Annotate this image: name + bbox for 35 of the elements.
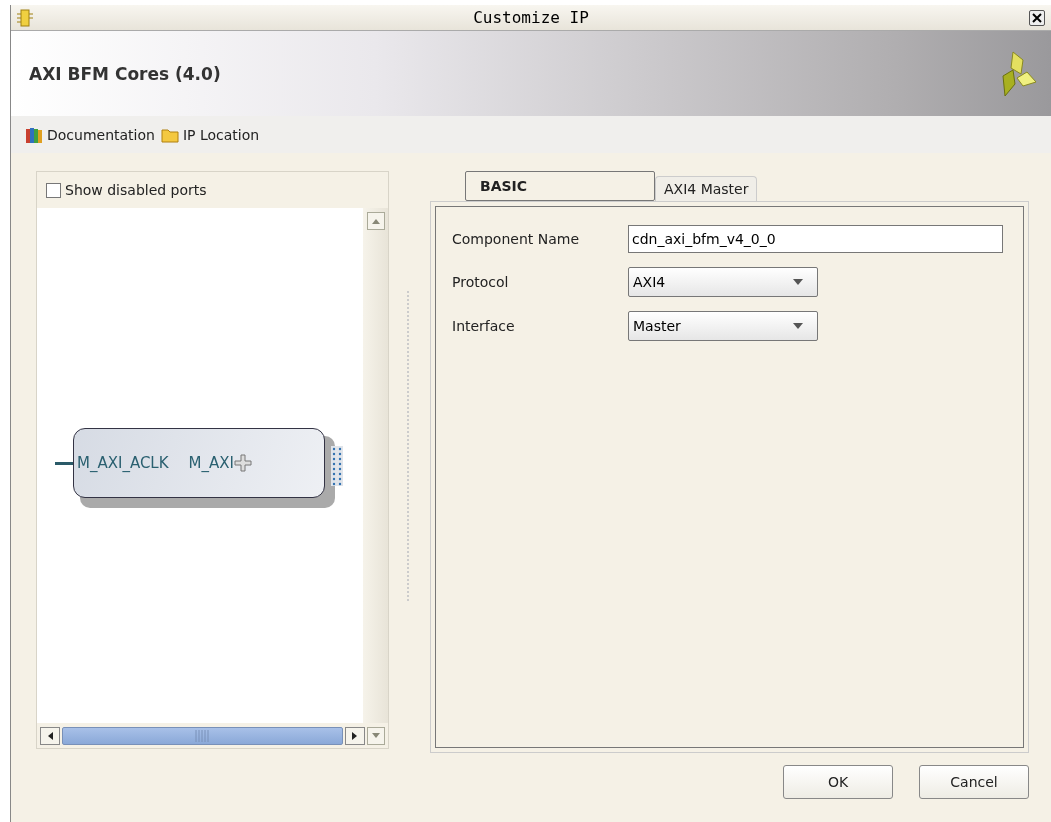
ip-block[interactable]: M_AXI_ACLK M_AXI (73, 428, 325, 498)
caret-icon (793, 279, 803, 285)
close-button[interactable] (1029, 9, 1045, 26)
ok-button[interactable]: OK (783, 765, 893, 799)
window-title: Customize IP (472, 8, 590, 27)
logo-icon (1001, 49, 1037, 98)
toolbar-link[interactable]: Documentation (25, 125, 155, 144)
dropdown[interactable]: AXI4 (628, 267, 818, 297)
scroll-right-button[interactable] (345, 726, 365, 745)
caret-icon (793, 323, 803, 329)
chip-icon (17, 8, 33, 27)
folder-icon (160, 126, 179, 143)
books-icon (25, 125, 43, 144)
left-arrow-icon (47, 730, 53, 741)
dropdown[interactable]: Master (628, 311, 818, 341)
port-label: M_AXI (188, 454, 234, 472)
ip-title: AXI BFM Cores (4.0) (29, 63, 221, 84)
up-arrow-icon (370, 218, 381, 224)
scroll-up-button[interactable] (366, 212, 385, 230)
scrollbar-thumb[interactable] (62, 726, 343, 745)
port-label: M_AXI_ACLK (77, 454, 169, 472)
bus-port-icon (331, 446, 343, 486)
right-arrow-icon (352, 730, 358, 741)
scroll-left-button[interactable] (40, 726, 60, 745)
cancel-button[interactable]: Cancel (919, 765, 1029, 799)
field-label: Component Name (452, 231, 581, 247)
vertical-scrollbar[interactable] (363, 208, 388, 723)
field-label: Protocol (452, 274, 510, 290)
tab[interactable]: BASIC (465, 171, 655, 201)
text-field[interactable]: cdn_axi_bfm_v4_0_0 (628, 225, 1003, 253)
plus-icon[interactable] (234, 454, 252, 472)
tab[interactable]: AXI4 Master (655, 176, 758, 201)
toolbar-link[interactable]: IP Location (160, 126, 260, 143)
down-arrow-icon (371, 732, 381, 739)
field-label: Interface (452, 318, 516, 334)
